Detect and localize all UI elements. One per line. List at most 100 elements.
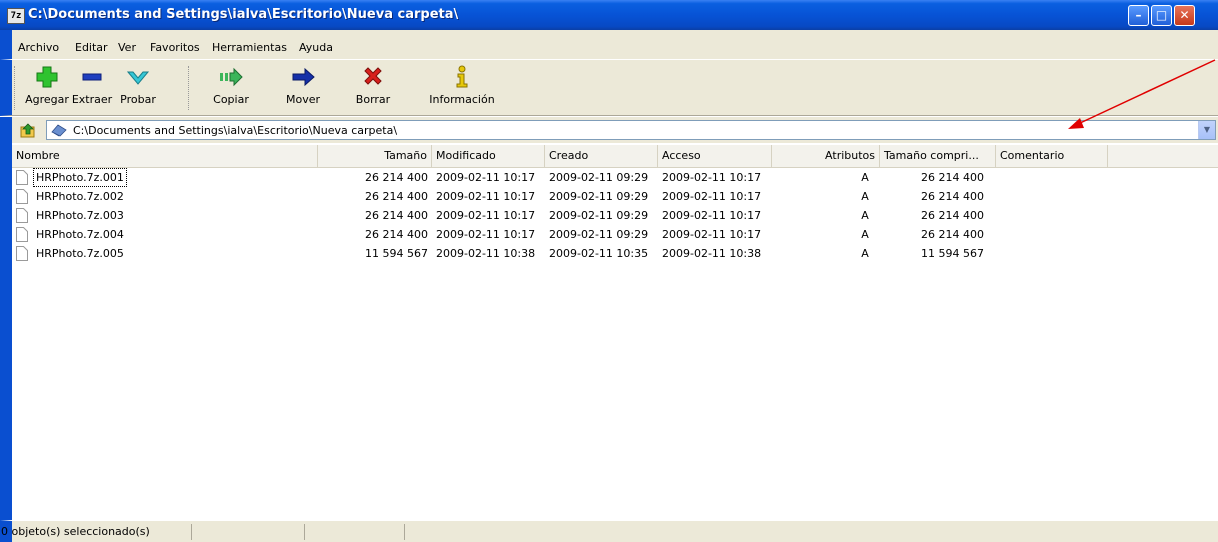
file-size: 11 594 567 [365,247,428,260]
column-name[interactable]: Nombre [12,145,318,167]
toolbar-grip[interactable] [14,66,17,110]
copy-arrow-icon [220,67,243,87]
file-modified: 2009-02-11 10:17 [436,190,536,203]
column-packed-size[interactable]: Tamaño compri... [880,145,996,167]
delete-button[interactable]: Borrar [350,64,396,106]
table-row[interactable]: HRPhoto.7z.003 26 214 400 2009-02-11 10:… [12,206,1218,225]
file-accessed: 2009-02-11 10:17 [662,228,762,241]
title-bar[interactable]: 7z C:\Documents and Settings\ialva\Escri… [0,0,1218,30]
drive-icon [51,124,67,137]
file-attributes: A [861,171,869,184]
file-packed-size: 26 214 400 [921,171,984,184]
window-title: C:\Documents and Settings\ialva\Escritor… [28,7,459,22]
column-size[interactable]: Tamaño [318,145,432,167]
test-label: Probar [120,93,156,106]
move-button[interactable]: Mover [280,64,326,106]
info-button[interactable]: Información [420,64,504,106]
copy-button[interactable]: Copiar [208,64,254,106]
close-button[interactable]: ✕ [1174,5,1195,26]
file-name[interactable]: HRPhoto.7z.002 [34,188,126,205]
file-icon [16,227,28,242]
menu-favoritos[interactable]: Favoritos [150,41,200,54]
file-name[interactable]: HRPhoto.7z.003 [34,207,126,224]
file-attributes: A [861,209,869,222]
column-accessed[interactable]: Acceso [658,145,772,167]
copy-label: Copiar [213,93,249,106]
file-packed-size: 26 214 400 [921,228,984,241]
minimize-button[interactable]: – [1128,5,1149,26]
file-name[interactable]: HRPhoto.7z.001 [33,168,127,187]
file-created: 2009-02-11 09:29 [549,171,649,184]
file-size: 26 214 400 [365,228,428,241]
file-size: 26 214 400 [365,171,428,184]
address-dropdown-button[interactable]: ▼ [1198,121,1215,139]
file-packed-size: 26 214 400 [921,209,984,222]
file-accessed: 2009-02-11 10:38 [662,247,762,260]
check-chevron-icon [126,71,150,85]
file-created: 2009-02-11 09:29 [549,209,649,222]
move-label: Mover [285,93,321,106]
up-folder-icon[interactable] [20,122,37,139]
extract-button[interactable]: Extraer [70,64,114,106]
table-row[interactable]: HRPhoto.7z.005 11 594 567 2009-02-11 10:… [12,244,1218,263]
move-arrow-icon [292,67,315,87]
toolbar-grip-2[interactable] [188,66,191,110]
app-icon[interactable]: 7z [7,8,25,24]
file-created: 2009-02-11 10:35 [549,247,649,260]
plus-icon [36,66,58,88]
add-label: Agregar [25,93,69,106]
delete-label: Borrar [355,93,391,106]
status-segment-3 [305,524,405,540]
column-modified[interactable]: Modificado [432,145,545,167]
info-icon [456,65,468,88]
file-icon [16,170,28,185]
column-comment[interactable]: Comentario [996,145,1108,167]
table-row[interactable]: HRPhoto.7z.002 26 214 400 2009-02-11 10:… [12,187,1218,206]
file-modified: 2009-02-11 10:17 [436,171,536,184]
file-icon [16,246,28,261]
column-created[interactable]: Creado [545,145,658,167]
address-bar: C:\Documents and Settings\ialva\Escritor… [0,117,1218,143]
menu-ver[interactable]: Ver [118,41,136,54]
file-icon [16,189,28,204]
extract-label: Extraer [71,93,113,106]
minus-icon [82,73,102,81]
file-size: 26 214 400 [365,209,428,222]
toolbar: Agregar Extraer Probar Copiar Mover Borr… [0,59,1218,116]
file-attributes: A [861,190,869,203]
test-button[interactable]: Probar [116,64,160,106]
table-row[interactable]: HRPhoto.7z.004 26 214 400 2009-02-11 10:… [12,225,1218,244]
file-icon [16,208,28,223]
file-created: 2009-02-11 09:29 [549,228,649,241]
file-name[interactable]: HRPhoto.7z.004 [34,226,126,243]
maximize-button[interactable]: □ [1151,5,1172,26]
file-list[interactable]: Nombre Tamaño Modificado Creado Acceso A… [0,143,1218,520]
file-modified: 2009-02-11 10:17 [436,209,536,222]
table-row[interactable]: HRPhoto.7z.001 26 214 400 2009-02-11 10:… [12,168,1218,187]
file-name[interactable]: HRPhoto.7z.005 [34,245,126,262]
file-attributes: A [861,247,869,260]
menu-editar[interactable]: Editar [75,41,108,54]
file-packed-size: 11 594 567 [921,247,984,260]
file-modified: 2009-02-11 10:17 [436,228,536,241]
delete-x-icon [364,67,382,85]
menu-ayuda[interactable]: Ayuda [299,41,333,54]
file-created: 2009-02-11 09:29 [549,190,649,203]
column-header-row: Nombre Tamaño Modificado Creado Acceso A… [12,145,1218,168]
file-accessed: 2009-02-11 10:17 [662,209,762,222]
status-bar: 0 objeto(s) seleccionado(s) [0,520,1218,542]
menu-herramientas[interactable]: Herramientas [212,41,287,54]
add-button[interactable]: Agregar [21,64,73,106]
info-label: Información [429,93,495,106]
status-segment-1 [12,524,192,540]
address-path: C:\Documents and Settings\ialva\Escritor… [73,124,398,137]
file-packed-size: 26 214 400 [921,190,984,203]
address-combobox[interactable]: C:\Documents and Settings\ialva\Escritor… [46,120,1216,140]
column-attributes[interactable]: Atributos [772,145,880,167]
file-modified: 2009-02-11 10:38 [436,247,536,260]
menu-archivo[interactable]: Archivo [18,41,59,54]
file-size: 26 214 400 [365,190,428,203]
file-accessed: 2009-02-11 10:17 [662,190,762,203]
menu-bar: Archivo Editar Ver Favoritos Herramienta… [0,30,1218,59]
file-accessed: 2009-02-11 10:17 [662,171,762,184]
